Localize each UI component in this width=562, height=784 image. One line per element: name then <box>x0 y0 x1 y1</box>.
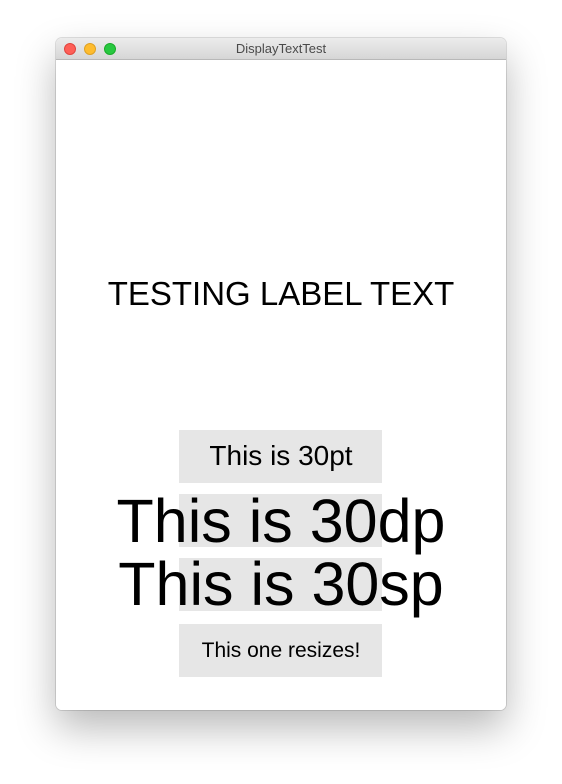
window-titlebar[interactable]: DisplayTextTest <box>56 38 506 60</box>
label-resizes: This one resizes! <box>201 639 361 662</box>
label-30dp: This is 30dp <box>116 487 446 555</box>
testing-label: TESTING LABEL TEXT <box>107 275 455 312</box>
label-30pt: This is 30pt <box>209 440 353 471</box>
window-title: DisplayTextTest <box>235 41 327 56</box>
app-window: DisplayTextTest TESTING LABEL TEXT This … <box>56 38 506 710</box>
label-30sp: This is 30sp <box>118 550 444 618</box>
window-content: TESTING LABEL TEXT This is 30pt This is … <box>56 60 506 710</box>
